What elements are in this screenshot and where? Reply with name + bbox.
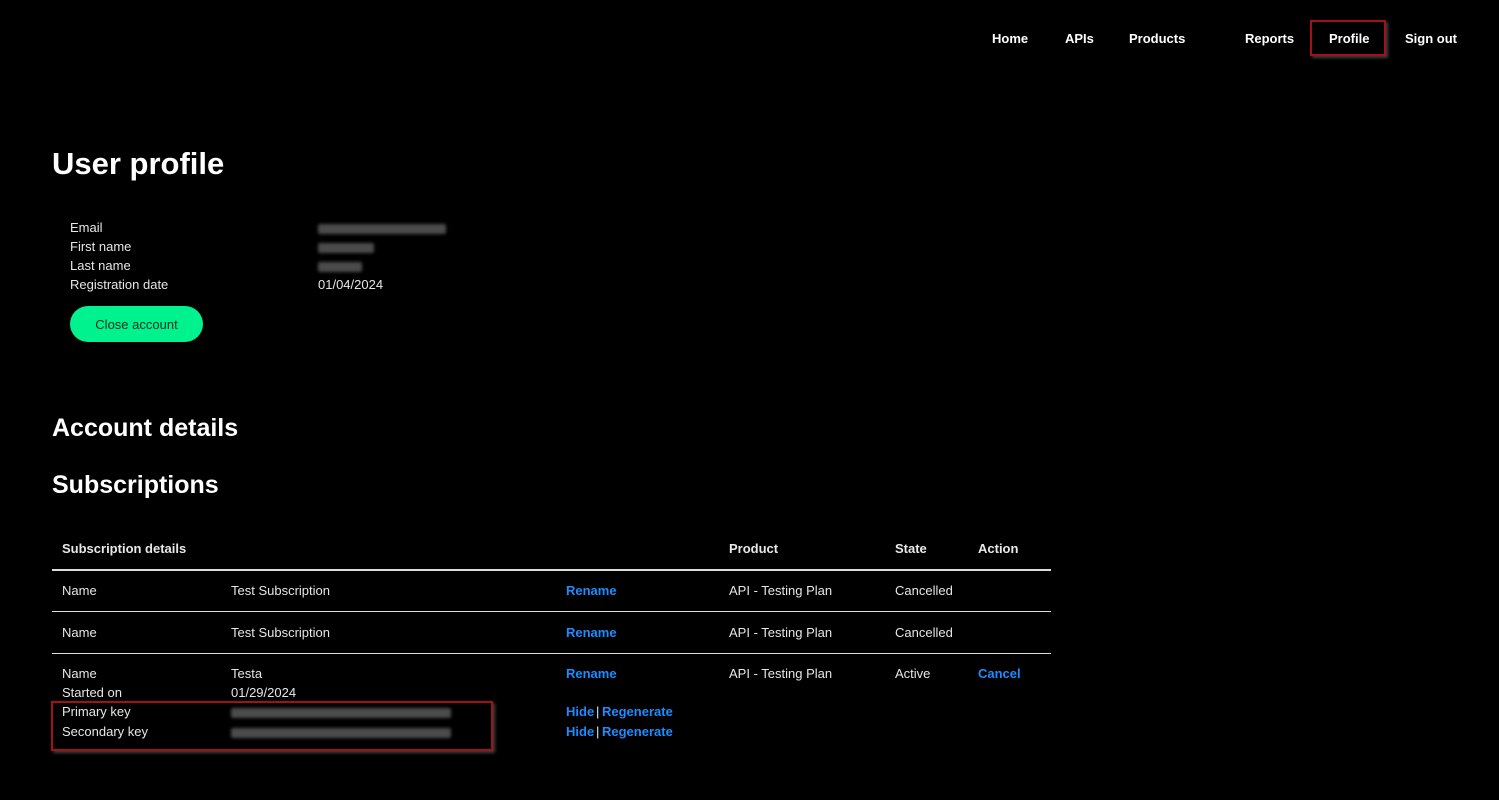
secondary-key-hide-link[interactable]: Hide (566, 724, 594, 739)
cancel-subscription-link[interactable]: Cancel (978, 666, 1021, 681)
row-name-label: Name (62, 666, 97, 681)
keys-highlight-box (51, 701, 493, 751)
col-state: State (895, 541, 927, 556)
row-state: Cancelled (895, 583, 953, 598)
row-product: API - Testing Plan (729, 583, 833, 598)
nav-apis[interactable]: APIs (1065, 31, 1094, 46)
primary-key-regenerate-link[interactable]: Regenerate (602, 704, 673, 719)
rename-link[interactable]: Rename (566, 666, 617, 681)
row-subscription-name: Test Subscription (231, 625, 330, 640)
row-divider (52, 653, 1051, 654)
row-name-label: Name (62, 583, 97, 598)
primary-key-hide-link[interactable]: Hide (566, 704, 594, 719)
link-separator: | (596, 704, 600, 719)
registration-date-value: 01/04/2024 (318, 277, 384, 292)
registration-date-label: Registration date (70, 277, 169, 292)
nav-signout[interactable]: Sign out (1405, 31, 1457, 46)
first-name-value-redacted (318, 243, 374, 253)
subscriptions-heading: Subscriptions (52, 471, 219, 499)
row-product: API - Testing Plan (729, 625, 833, 640)
col-action: Action (978, 541, 1019, 556)
rename-link[interactable]: Rename (566, 625, 617, 640)
page-title: User profile (52, 146, 225, 181)
email-label: Email (70, 220, 103, 235)
secondary-key-regenerate-link[interactable]: Regenerate (602, 724, 673, 739)
nav-home[interactable]: Home (992, 31, 1028, 46)
account-details-heading: Account details (52, 414, 239, 442)
nav-reports[interactable]: Reports (1245, 31, 1294, 46)
close-account-button[interactable]: Close account (70, 306, 203, 342)
table-header-divider (52, 569, 1051, 571)
row-subscription-name: Test Subscription (231, 583, 330, 598)
row-product: API - Testing Plan (729, 666, 833, 681)
started-on-label: Started on (62, 685, 122, 700)
email-value-redacted (318, 224, 446, 234)
link-separator: | (596, 724, 600, 739)
rename-link[interactable]: Rename (566, 583, 617, 598)
row-divider (52, 611, 1051, 612)
row-name-label: Name (62, 625, 97, 640)
first-name-label: First name (70, 239, 132, 254)
nav-products[interactable]: Products (1129, 31, 1185, 46)
row-subscription-name: Testa (231, 666, 263, 681)
col-product: Product (729, 541, 779, 556)
col-subscription-details: Subscription details (62, 541, 187, 556)
nav-profile[interactable]: Profile (1329, 31, 1369, 46)
last-name-value-redacted (318, 262, 362, 272)
row-state: Cancelled (895, 625, 953, 640)
started-on-value: 01/29/2024 (231, 685, 297, 700)
last-name-label: Last name (70, 258, 131, 273)
row-state: Active (895, 666, 931, 681)
